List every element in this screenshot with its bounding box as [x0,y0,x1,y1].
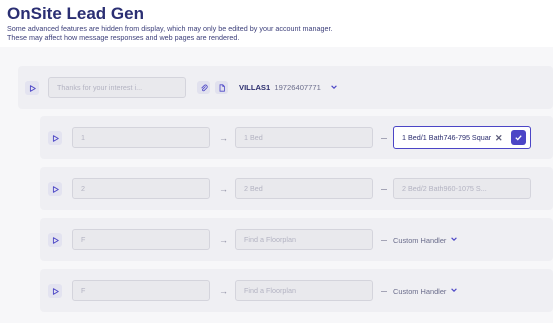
chevron-down-icon[interactable] [450,235,458,243]
page-title: OnSite Lead Gen [7,4,144,23]
play-icon[interactable] [25,81,39,95]
option-label-input[interactable]: Find a Floorplan [235,229,373,250]
trigger-key-input[interactable]: F [72,229,210,250]
trigger-key-input[interactable]: F [72,280,210,301]
option-label-value: Find a Floorplan [244,235,296,244]
option-label-value: 2 Bed [244,184,263,193]
trigger-key-value: 1 [81,133,85,142]
notice-line-2: These may affect how message responses a… [7,32,240,42]
play-icon[interactable] [48,131,62,145]
trigger-key-value: F [81,286,86,295]
close-icon[interactable]: ✕ [495,133,503,144]
paperclip-icon[interactable] [197,81,210,94]
keyword-label: VILLAS1 19726407771 [239,83,321,92]
arrow-right-icon: → [219,286,228,296]
separator-dash [381,189,387,190]
custom-handler-select[interactable]: Custom Handler [393,236,446,245]
confirm-button[interactable] [511,130,526,145]
arrow-right-icon: → [219,133,228,143]
response-value: 1 Bed/1 Bath746-795 Squar [402,133,492,142]
arrow-right-icon: → [219,235,228,245]
option-label-input[interactable]: Find a Floorplan [235,280,373,301]
option-label-input[interactable]: 1 Bed [235,127,373,148]
play-icon[interactable] [48,182,62,196]
response-input[interactable]: 2 Bed/2 Bath960-1075 S... [393,178,531,199]
arrow-right-icon: → [219,184,228,194]
document-icon[interactable] [215,81,228,94]
message-input[interactable]: Thanks for your interest i... [48,77,186,98]
response-value: 2 Bed/2 Bath960-1075 S... [402,184,487,193]
advanced-features-notice: Some advanced features are hidden from d… [7,24,333,42]
option-label-input[interactable]: 2 Bed [235,178,373,199]
keyword-phone: 19726407771 [274,83,321,92]
trigger-key-input[interactable]: 2 [72,178,210,199]
play-icon[interactable] [48,284,62,298]
option-label-value: 1 Bed [244,133,263,142]
chevron-down-icon[interactable] [450,286,458,294]
message-placeholder: Thanks for your interest i... [57,83,143,92]
trigger-key-value: 2 [81,184,85,193]
separator-dash [381,240,387,241]
custom-handler-select[interactable]: Custom Handler [393,287,446,296]
separator-dash [381,138,387,139]
check-icon [515,135,522,141]
keyword-name: VILLAS1 [239,83,271,92]
play-icon[interactable] [48,233,62,247]
trigger-key-input[interactable]: 1 [72,127,210,148]
option-label-value: Find a Floorplan [244,286,296,295]
chevron-down-icon[interactable] [330,83,338,91]
separator-dash [381,291,387,292]
trigger-key-value: F [81,235,86,244]
